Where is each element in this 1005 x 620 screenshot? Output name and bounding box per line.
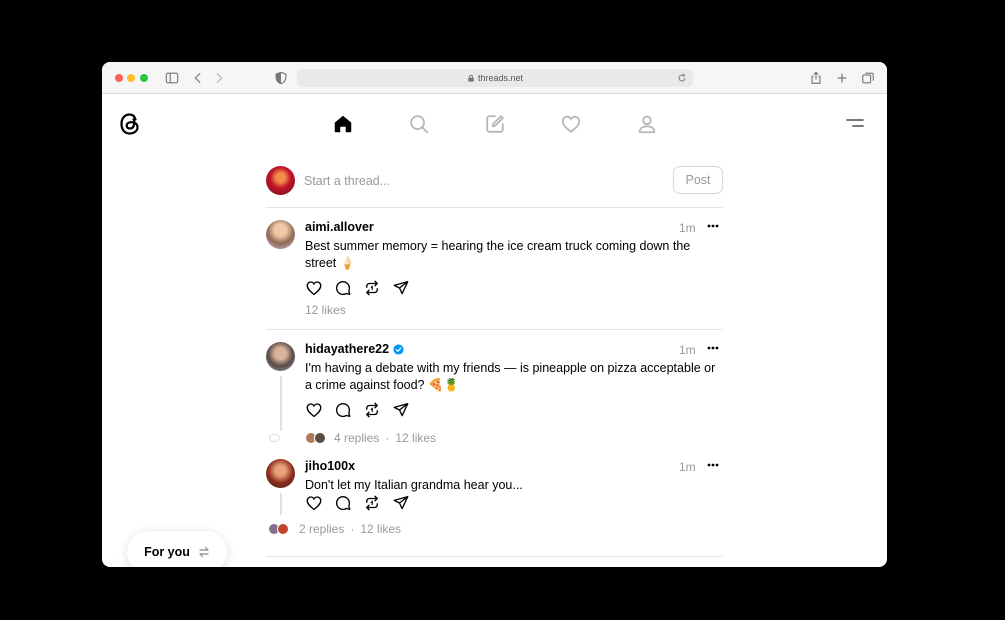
post-text: Don't let my Italian grandma hear you...: [305, 478, 523, 492]
replier-avatar: [314, 432, 326, 444]
close-window-button[interactable]: [115, 74, 123, 82]
reload-icon[interactable]: [677, 73, 687, 83]
avatar[interactable]: [266, 342, 295, 371]
replier-avatar: [277, 523, 289, 535]
new-tab-icon[interactable]: [834, 70, 850, 86]
lock-icon: [468, 75, 474, 82]
likes-count[interactable]: 12 likes: [360, 522, 401, 536]
post-text: I'm having a debate with my friends — is…: [305, 361, 716, 392]
like-icon[interactable]: [304, 400, 323, 419]
url-text: threads.net: [477, 73, 524, 83]
thread-post: aimi.allover 1m Best summer memory = hea…: [266, 220, 723, 320]
thread-line: [280, 493, 282, 515]
post-divider: [266, 556, 723, 557]
more-options-icon[interactable]: [706, 221, 720, 231]
threads-logo-icon[interactable]: [118, 111, 142, 137]
post-actions: [304, 400, 410, 419]
browser-window: threads.net Start a thread... Post aimi.…: [102, 62, 887, 567]
feed-switch-button[interactable]: For you: [127, 531, 227, 567]
compose-icon[interactable]: [483, 112, 507, 136]
like-icon[interactable]: [304, 278, 323, 297]
post-actions: [304, 493, 410, 512]
profile-icon[interactable]: [635, 112, 659, 136]
thread-post: hidayathere22 1m I'm having a debate wit…: [266, 342, 723, 452]
post-time: 1m: [679, 343, 696, 357]
more-options-icon[interactable]: [706, 343, 720, 353]
thread-composer: Start a thread... Post: [266, 166, 723, 208]
likes-count[interactable]: 12 likes: [305, 303, 346, 317]
sidebar-toggle-icon[interactable]: [164, 70, 180, 86]
thread-post: jiho100x 1m Don't let my Italian grandma…: [266, 459, 723, 559]
post-stats: 12 likes: [305, 303, 346, 317]
replies-count[interactable]: 2 replies: [299, 522, 344, 536]
home-icon[interactable]: [331, 112, 355, 136]
privacy-shield-icon[interactable]: [273, 70, 289, 86]
replies-count[interactable]: 4 replies: [334, 431, 379, 445]
back-icon[interactable]: [190, 70, 206, 86]
post-divider: [266, 329, 723, 330]
post-text: Best summer memory = hearing the ice cre…: [305, 239, 691, 270]
forward-icon[interactable]: [211, 70, 227, 86]
start-thread-input[interactable]: Start a thread...: [304, 174, 390, 188]
post-actions: [304, 278, 410, 297]
more-options-icon[interactable]: [706, 460, 720, 470]
feed-switch-label: For you: [144, 545, 190, 559]
avatar[interactable]: [266, 459, 295, 488]
share-icon[interactable]: [391, 400, 410, 419]
post-username[interactable]: hidayathere22: [305, 342, 404, 356]
post-time: 1m: [679, 221, 696, 235]
post-time: 1m: [679, 460, 696, 474]
share-page-icon[interactable]: [808, 70, 824, 86]
swap-arrows-icon: [199, 546, 209, 558]
post-stats: 2 replies · 12 likes: [268, 522, 401, 536]
verified-badge-icon: [393, 343, 404, 355]
menu-icon[interactable]: [846, 116, 864, 130]
thread-end-dot: [269, 434, 280, 442]
thread-line: [280, 376, 282, 431]
comment-icon[interactable]: [333, 278, 352, 297]
repost-icon[interactable]: [362, 493, 381, 512]
repost-icon[interactable]: [362, 278, 381, 297]
minimize-window-button[interactable]: [127, 74, 135, 82]
address-bar[interactable]: threads.net: [297, 69, 693, 87]
comment-icon[interactable]: [333, 400, 352, 419]
activity-heart-icon[interactable]: [559, 112, 583, 136]
post-stats: 4 replies · 12 likes: [305, 431, 436, 445]
share-icon[interactable]: [391, 278, 410, 297]
post-button[interactable]: Post: [673, 166, 723, 194]
repost-icon[interactable]: [362, 400, 381, 419]
comment-icon[interactable]: [333, 493, 352, 512]
post-username[interactable]: aimi.allover: [305, 220, 374, 234]
threads-page: Start a thread... Post aimi.allover 1m B…: [102, 94, 887, 567]
post-username[interactable]: jiho100x: [305, 459, 355, 473]
avatar[interactable]: [266, 166, 295, 195]
search-icon[interactable]: [407, 112, 431, 136]
share-icon[interactable]: [391, 493, 410, 512]
browser-toolbar: threads.net: [102, 62, 887, 94]
like-icon[interactable]: [304, 493, 323, 512]
tab-overview-icon[interactable]: [860, 70, 876, 86]
avatar[interactable]: [266, 220, 295, 249]
likes-count[interactable]: 12 likes: [395, 431, 436, 445]
zoom-window-button[interactable]: [140, 74, 148, 82]
